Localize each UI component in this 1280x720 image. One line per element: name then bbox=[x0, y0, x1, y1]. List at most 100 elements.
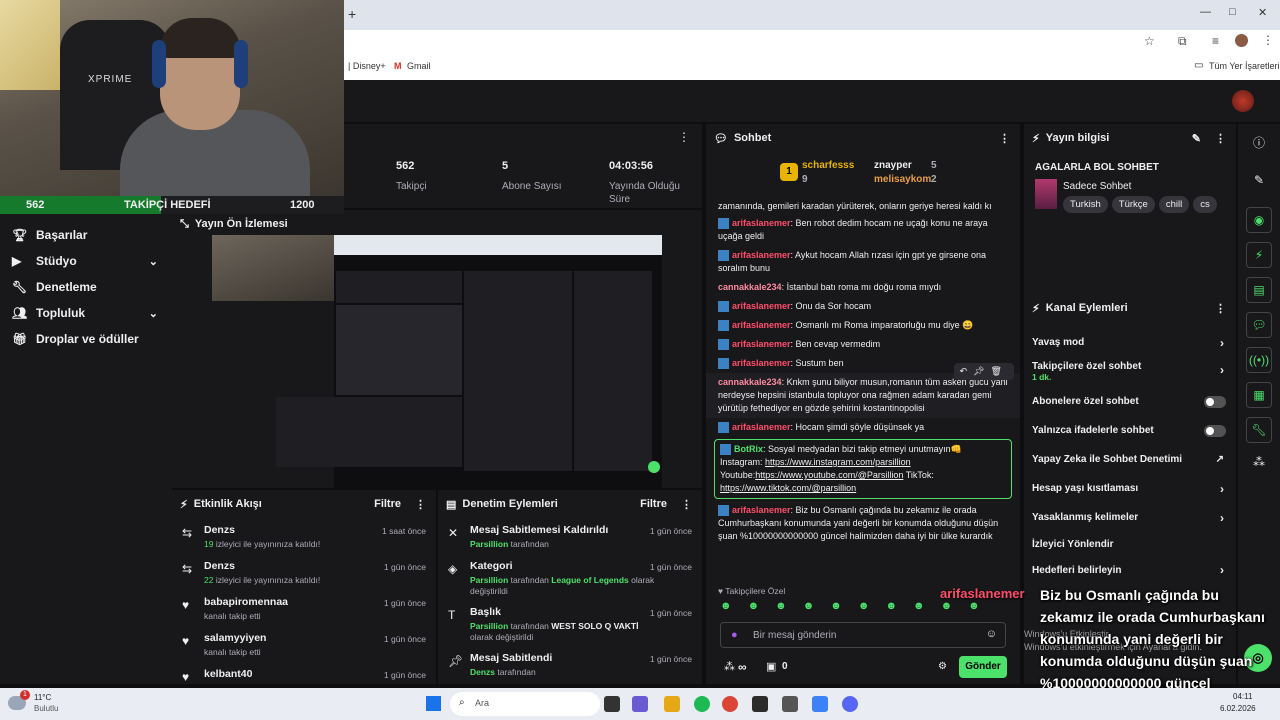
star-icon[interactable]: ☆ bbox=[1144, 34, 1155, 48]
filter-button[interactable]: Filtre bbox=[640, 498, 667, 511]
task-view-icon[interactable] bbox=[604, 696, 620, 712]
msg-user[interactable]: arifaslanemer bbox=[732, 320, 791, 330]
all-bookmarks[interactable]: Tüm Yer İşaretleri bbox=[1209, 61, 1280, 71]
msg-user[interactable]: arifaslanemer bbox=[732, 218, 791, 228]
msg-user[interactable]: arifaslanemer bbox=[732, 358, 791, 368]
kick-icon[interactable] bbox=[752, 696, 768, 712]
bot-user[interactable]: BotRix bbox=[734, 444, 763, 454]
edit-icon[interactable]: ✎ bbox=[1238, 173, 1280, 187]
store-icon[interactable]: ▣ bbox=[766, 660, 776, 673]
tiktok-link[interactable]: https://www.tiktok.com/@parsillion bbox=[720, 483, 856, 493]
msg-text: zamanında, gemileri karadan yürüterek, o… bbox=[718, 201, 992, 211]
preview-webcam bbox=[212, 235, 334, 301]
action-ai-moderation[interactable]: Yapay Zeka ile Sohbet Denetimi ↗ bbox=[1024, 445, 1236, 474]
bookmark-gmail[interactable]: Gmail bbox=[407, 61, 431, 71]
settings-app-icon[interactable] bbox=[812, 696, 828, 712]
chevron-down-icon[interactable]: ⌄ bbox=[149, 307, 158, 320]
send-button[interactable]: Gönder bbox=[959, 656, 1007, 678]
more-icon[interactable]: ⋮ bbox=[678, 130, 690, 144]
maximize-button[interactable]: □ bbox=[1229, 6, 1236, 18]
more-icon[interactable]: ⋮ bbox=[415, 498, 426, 511]
profile-avatar[interactable] bbox=[1235, 34, 1248, 47]
msg-user[interactable]: arifaslanemer bbox=[732, 250, 791, 260]
layout-icon[interactable]: ▦ bbox=[1246, 382, 1272, 408]
notepad-icon[interactable] bbox=[782, 696, 798, 712]
new-tab-button[interactable]: + bbox=[348, 6, 356, 22]
media-icon[interactable]: ≡ bbox=[1212, 34, 1219, 48]
nav-droplar[interactable]: 🎁︎ Droplar ve ödüller bbox=[0, 326, 172, 352]
info-icon[interactable]: ⓘ bbox=[1238, 134, 1280, 151]
minimize-button[interactable]: — bbox=[1200, 6, 1211, 18]
category-thumbnail[interactable] bbox=[1035, 179, 1057, 209]
emote-only-toggle[interactable] bbox=[1204, 424, 1226, 437]
instagram-link[interactable]: https://www.instagram.com/parsillion bbox=[765, 457, 911, 467]
msg-user[interactable]: cannakkale234 bbox=[718, 377, 782, 387]
menu-icon[interactable]: ⋮ bbox=[1262, 33, 1274, 47]
emoji-icon[interactable]: ☺ bbox=[986, 628, 997, 640]
user-avatar[interactable] bbox=[1232, 90, 1254, 112]
leader-second[interactable]: znayper bbox=[874, 160, 912, 171]
action-raid[interactable]: İzleyici Yönlendir bbox=[1024, 532, 1236, 556]
msg-user[interactable]: arifaslanemer bbox=[732, 301, 791, 311]
preview-video[interactable] bbox=[212, 235, 662, 488]
explorer-icon[interactable] bbox=[664, 696, 680, 712]
spotify-icon[interactable] bbox=[694, 696, 710, 712]
leader-first[interactable]: scharfesss bbox=[802, 160, 854, 171]
tag[interactable]: cs bbox=[1193, 196, 1217, 213]
wrench-icon[interactable]: 🔧︎ bbox=[1246, 417, 1272, 443]
points-icon[interactable]: ⁂ bbox=[724, 660, 735, 673]
msg-user[interactable]: arifaslanemer bbox=[732, 422, 791, 432]
chat-input[interactable]: ● Bir mesaj gönderin ☺ bbox=[720, 622, 1006, 648]
more-icon[interactable]: ⋮ bbox=[999, 132, 1010, 145]
nav-topluluk[interactable]: 👥︎ Topluluk ⌄ bbox=[0, 300, 172, 326]
emote-row[interactable]: ☻☻☻☻☻☻☻☻☻☻ bbox=[720, 600, 1010, 616]
log-actor[interactable]: Denzs bbox=[470, 667, 495, 677]
weather-temp[interactable]: 11°C bbox=[34, 693, 51, 702]
action-account-age[interactable]: Hesap yaşı kısıtlaması › bbox=[1024, 474, 1236, 503]
action-slow-mode[interactable]: Yavaş mod › bbox=[1024, 328, 1236, 357]
action-goals[interactable]: Hedefleri belirleyin › bbox=[1024, 556, 1236, 584]
more-icon[interactable]: ⋮ bbox=[1215, 132, 1226, 145]
chat-icon[interactable]: 💬︎ bbox=[1246, 312, 1272, 338]
edit-icon[interactable]: ✎ bbox=[1192, 132, 1201, 145]
action-banned-words[interactable]: Yasaklanmış kelimeler › bbox=[1024, 503, 1236, 532]
taskbar-search[interactable]: ⌕ Ara bbox=[450, 692, 600, 716]
tag[interactable]: chill bbox=[1158, 196, 1190, 213]
settings-icon[interactable]: ⚙ bbox=[938, 661, 947, 672]
gift-icon: 🎁︎ bbox=[12, 332, 28, 346]
tag[interactable]: Turkish bbox=[1063, 196, 1108, 213]
subscribers-only-toggle[interactable] bbox=[1204, 395, 1226, 408]
youtube-link[interactable]: https://www.youtube.com/@Parsillion bbox=[755, 470, 903, 480]
tag[interactable]: Türkçe bbox=[1111, 196, 1155, 213]
nav-studyo[interactable]: ▶ Stüdyo ⌄ bbox=[0, 248, 172, 274]
more-icon[interactable]: ⋮ bbox=[681, 498, 692, 511]
leader-third[interactable]: melisaykom bbox=[874, 174, 931, 185]
chrome-icon[interactable] bbox=[722, 696, 738, 712]
bookmark-disney[interactable]: | Disney+ bbox=[348, 61, 386, 71]
log-actor[interactable]: Parsillion bbox=[470, 575, 508, 585]
lightning-icon[interactable]: ⚡︎ bbox=[1246, 242, 1272, 268]
stream-category[interactable]: Sadece Sohbet bbox=[1063, 181, 1131, 192]
community-icon[interactable]: ⁂ bbox=[1238, 455, 1280, 469]
log-actor[interactable]: Parsillion bbox=[470, 621, 508, 631]
msg-user[interactable]: cannakkale234 bbox=[718, 282, 782, 292]
nav-basarilar[interactable]: 🏆︎ Başarılar bbox=[0, 222, 172, 248]
action-followers-only[interactable]: Takipçilere özel sohbet 1 dk. › bbox=[1024, 357, 1236, 387]
chevron-down-icon[interactable]: ⌄ bbox=[149, 255, 158, 268]
message-actions[interactable]: ↶📌︎🗑︎ bbox=[953, 363, 1014, 380]
camera-icon[interactable]: ◉ bbox=[1246, 207, 1272, 233]
msg-user[interactable]: arifaslanemer bbox=[732, 339, 791, 349]
discord-icon[interactable] bbox=[842, 696, 858, 712]
moderator-badge bbox=[718, 505, 729, 517]
teams-icon[interactable] bbox=[632, 696, 648, 712]
extensions-icon[interactable]: ⧉ bbox=[1178, 34, 1187, 49]
nav-denetleme[interactable]: 🔧︎ Denetleme bbox=[0, 274, 172, 300]
close-window-button[interactable]: ✕ bbox=[1258, 6, 1267, 19]
clipboard-icon[interactable]: ▤ bbox=[1246, 277, 1272, 303]
filter-button[interactable]: Filtre bbox=[374, 498, 401, 511]
windows-start-icon[interactable] bbox=[426, 696, 441, 711]
broadcast-icon[interactable]: ((•)) bbox=[1246, 347, 1272, 373]
more-icon[interactable]: ⋮ bbox=[1215, 302, 1226, 315]
log-actor[interactable]: Parsillion bbox=[470, 539, 508, 549]
msg-user[interactable]: arifaslanemer bbox=[732, 505, 791, 515]
